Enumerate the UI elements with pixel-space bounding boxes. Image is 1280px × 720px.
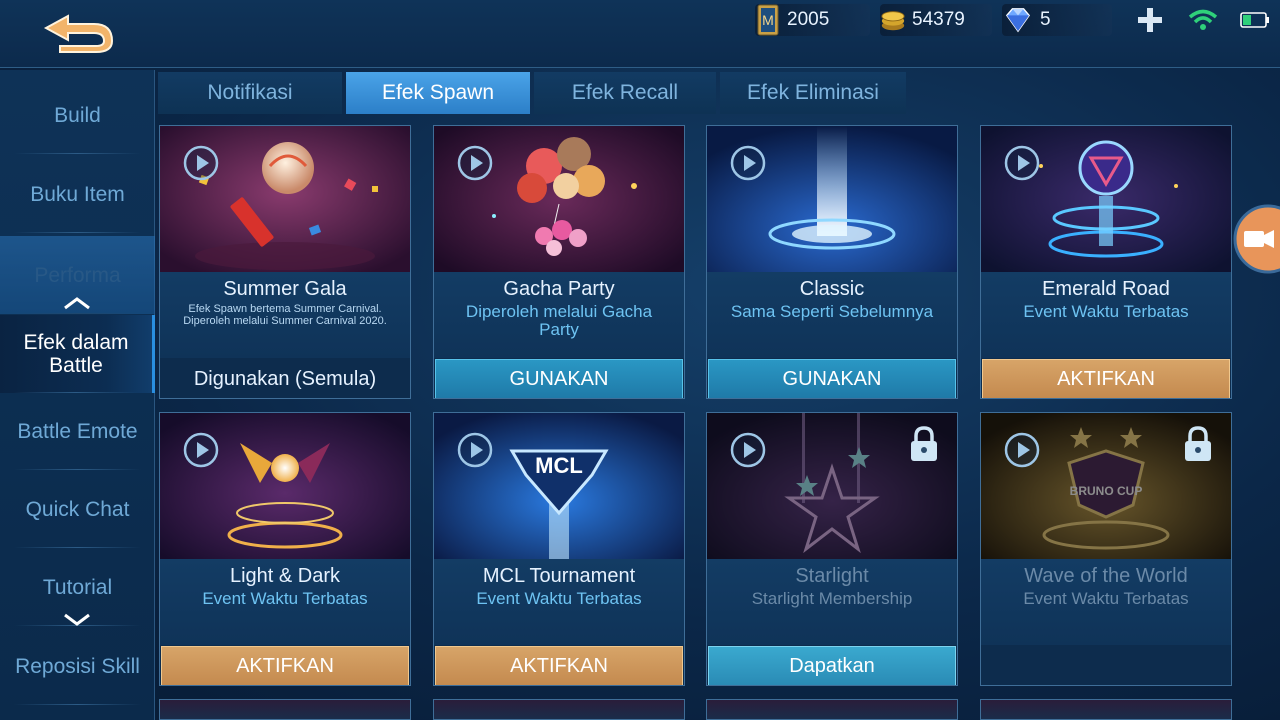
effect-title: Wave of the World xyxy=(1024,565,1188,587)
effect-description: Starlight Membership xyxy=(751,589,913,608)
effect-description: Event Waktu Terbatas xyxy=(202,589,368,608)
tab-label: Notifikasi xyxy=(207,81,293,104)
ticket-count: 2005 xyxy=(787,9,830,30)
bruno-cup-logo-text: BRUNO CUP xyxy=(1070,484,1143,498)
ticket-icon: M xyxy=(757,4,779,36)
effect-description: Diperoleh melalui Gacha Party xyxy=(465,302,653,339)
back-arrow-icon xyxy=(43,14,114,53)
lock-icon xyxy=(1185,426,1211,461)
effect-title: Classic xyxy=(799,278,865,300)
chevron-down-icon[interactable] xyxy=(62,612,92,626)
play-preview-icon[interactable] xyxy=(729,144,767,182)
back-button[interactable] xyxy=(38,10,114,54)
diamond-icon xyxy=(1005,8,1031,33)
tab-efek-eliminasi[interactable]: Efek Eliminasi xyxy=(720,72,906,114)
use-button[interactable]: GUNAKAN xyxy=(708,359,956,398)
use-button[interactable]: GUNAKAN xyxy=(435,359,683,398)
sidebar-item-label: Tutorial xyxy=(42,575,113,599)
effect-title: Emerald Road xyxy=(1042,278,1170,300)
sidebar-item-label: Quick Chat xyxy=(25,497,130,521)
diamond-count: 5 xyxy=(1040,9,1051,30)
sidebar: Build Buku Item Performa Efek dalam Batt… xyxy=(0,70,155,720)
gold-count: 54379 xyxy=(912,9,965,30)
tab-label: Efek Spawn xyxy=(381,81,495,104)
tab-label: Efek Eliminasi xyxy=(747,81,879,104)
effect-info: Gacha Party Diperoleh melalui Gacha Part… xyxy=(434,272,684,358)
effect-title: MCL Tournament xyxy=(482,565,636,587)
effect-title: Summer Gala xyxy=(223,278,347,300)
sidebar-item-label: Build xyxy=(54,103,101,127)
sidebar-item-label: Buku Item xyxy=(30,182,125,206)
ticket-counter: M 2005 xyxy=(755,4,870,36)
tab-efek-spawn[interactable]: Efek Spawn xyxy=(346,72,530,114)
sidebar-item-label: Performa xyxy=(34,263,121,287)
sidebar-item-label: Battle Emote xyxy=(17,419,138,443)
get-button[interactable]: Dapatkan xyxy=(708,646,956,685)
activate-button[interactable]: AKTIFKAN xyxy=(982,359,1230,398)
effect-description: Efek Spawn bertema Summer Carnival. Dipe… xyxy=(183,303,387,327)
play-preview-icon[interactable] xyxy=(456,431,494,469)
sidebar-item-buku-item[interactable]: Buku Item xyxy=(0,155,155,233)
effect-description: Event Waktu Terbatas xyxy=(476,589,642,608)
activate-button[interactable]: AKTIFKAN xyxy=(161,646,409,685)
effect-card-partial[interactable] xyxy=(159,699,411,720)
effect-title: Gacha Party xyxy=(503,278,615,300)
effect-description: Event Waktu Terbatas xyxy=(1023,302,1189,321)
effect-title: Starlight xyxy=(795,565,869,587)
mcl-logo-text: MCL xyxy=(535,453,583,478)
effect-card-gacha-party[interactable]: Gacha Party Diperoleh melalui Gacha Part… xyxy=(433,125,685,399)
plus-icon[interactable] xyxy=(1136,6,1164,34)
svg-text:M: M xyxy=(762,12,774,28)
effect-card-mcl-tournament[interactable]: MCL MCL Tournament Event Waktu Terbatas … xyxy=(433,412,685,686)
effect-info: Emerald Road Event Waktu Terbatas xyxy=(981,272,1231,358)
play-preview-icon[interactable] xyxy=(729,431,767,469)
sidebar-item-battle-emote[interactable]: Battle Emote xyxy=(0,392,155,470)
wifi-icon xyxy=(1188,9,1218,30)
effect-info: Light & Dark Event Waktu Terbatas xyxy=(160,559,410,645)
sidebar-item-efek-dalam-battle[interactable]: Efek dalam Battle xyxy=(0,315,155,393)
effect-card-starlight[interactable]: Starlight Starlight Membership Dapatkan xyxy=(706,412,958,686)
play-preview-icon[interactable] xyxy=(1003,144,1041,182)
effect-info: MCL Tournament Event Waktu Terbatas xyxy=(434,559,684,645)
effect-description: Event Waktu Terbatas xyxy=(1023,589,1189,608)
sidebar-item-label: Reposisi Skill xyxy=(15,654,140,678)
in-use-label: Digunakan (Semula) xyxy=(193,367,377,390)
lock-icon xyxy=(911,426,937,461)
effect-title: Light & Dark xyxy=(229,565,341,587)
play-preview-icon[interactable] xyxy=(1003,431,1041,469)
gold-counter: 54379 xyxy=(880,4,992,36)
effect-card-summer-gala[interactable]: Summer Gala Efek Spawn bertema Summer Ca… xyxy=(159,125,411,399)
chevron-up-icon[interactable] xyxy=(62,296,92,310)
effect-card-classic[interactable]: Classic Sama Seperti Sebelumnya GUNAKAN xyxy=(706,125,958,399)
play-preview-icon[interactable] xyxy=(182,144,220,182)
tab-label: Efek Recall xyxy=(571,81,679,104)
tab-bar: Notifikasi Efek Spawn Efek Recall Efek E… xyxy=(158,72,910,114)
effect-card-partial[interactable] xyxy=(706,699,958,720)
effect-card-partial[interactable] xyxy=(433,699,685,720)
sidebar-item-quick-chat[interactable]: Quick Chat xyxy=(0,470,155,548)
effect-description: Sama Seperti Sebelumnya xyxy=(730,302,934,321)
top-bar: M 2005 54379 5 xyxy=(0,0,1280,68)
activate-button[interactable]: AKTIFKAN xyxy=(435,646,683,685)
effect-info: Classic Sama Seperti Sebelumnya xyxy=(707,272,957,358)
gold-coins-icon xyxy=(881,11,905,31)
effect-card-emerald-road[interactable]: Emerald Road Event Waktu Terbatas AKTIFK… xyxy=(980,125,1232,399)
effect-card-partial[interactable] xyxy=(980,699,1232,720)
play-preview-icon[interactable] xyxy=(456,144,494,182)
play-preview-icon[interactable] xyxy=(182,431,220,469)
effect-card-light-and-dark[interactable]: Light & Dark Event Waktu Terbatas AKTIFK… xyxy=(159,412,411,686)
battery-icon xyxy=(1240,12,1269,28)
sidebar-item-build[interactable]: Build xyxy=(0,76,155,154)
tab-efek-recall[interactable]: Efek Recall xyxy=(534,72,716,114)
effect-info: Summer Gala Efek Spawn bertema Summer Ca… xyxy=(160,272,410,358)
record-video-icon[interactable] xyxy=(1228,204,1280,274)
effect-info: Starlight Starlight Membership xyxy=(707,559,957,645)
sidebar-item-reposisi-skill[interactable]: Reposisi Skill xyxy=(0,627,155,705)
diamond-counter: 5 xyxy=(1002,4,1112,36)
sidebar-item-label: Efek dalam Battle xyxy=(23,331,129,377)
effect-info: Wave of the World Event Waktu Terbatas xyxy=(981,559,1231,645)
effect-card-wave-of-the-world[interactable]: BRUNO CUP Wave of the World Event Waktu … xyxy=(980,412,1232,686)
tab-notifikasi[interactable]: Notifikasi xyxy=(158,72,342,114)
